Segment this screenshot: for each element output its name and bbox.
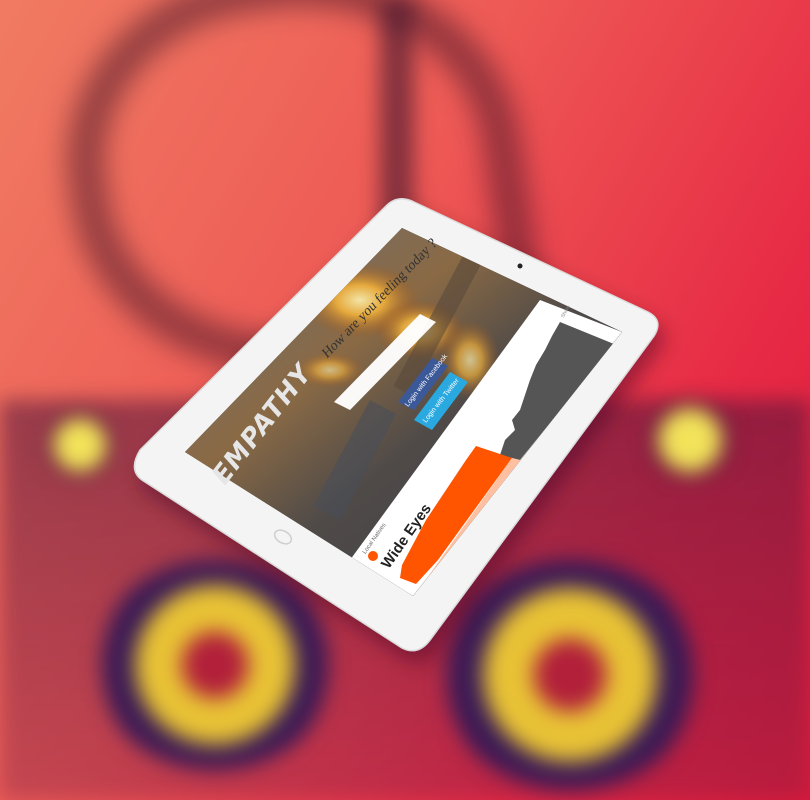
tablet-device: How are you feeling today ? Login with F…: [0, 0, 810, 800]
scene: How are you feeling today ? Login with F…: [0, 0, 810, 800]
front-camera: [517, 263, 523, 269]
tablet-graphic: [133, 198, 659, 652]
play-button: [368, 551, 378, 561]
